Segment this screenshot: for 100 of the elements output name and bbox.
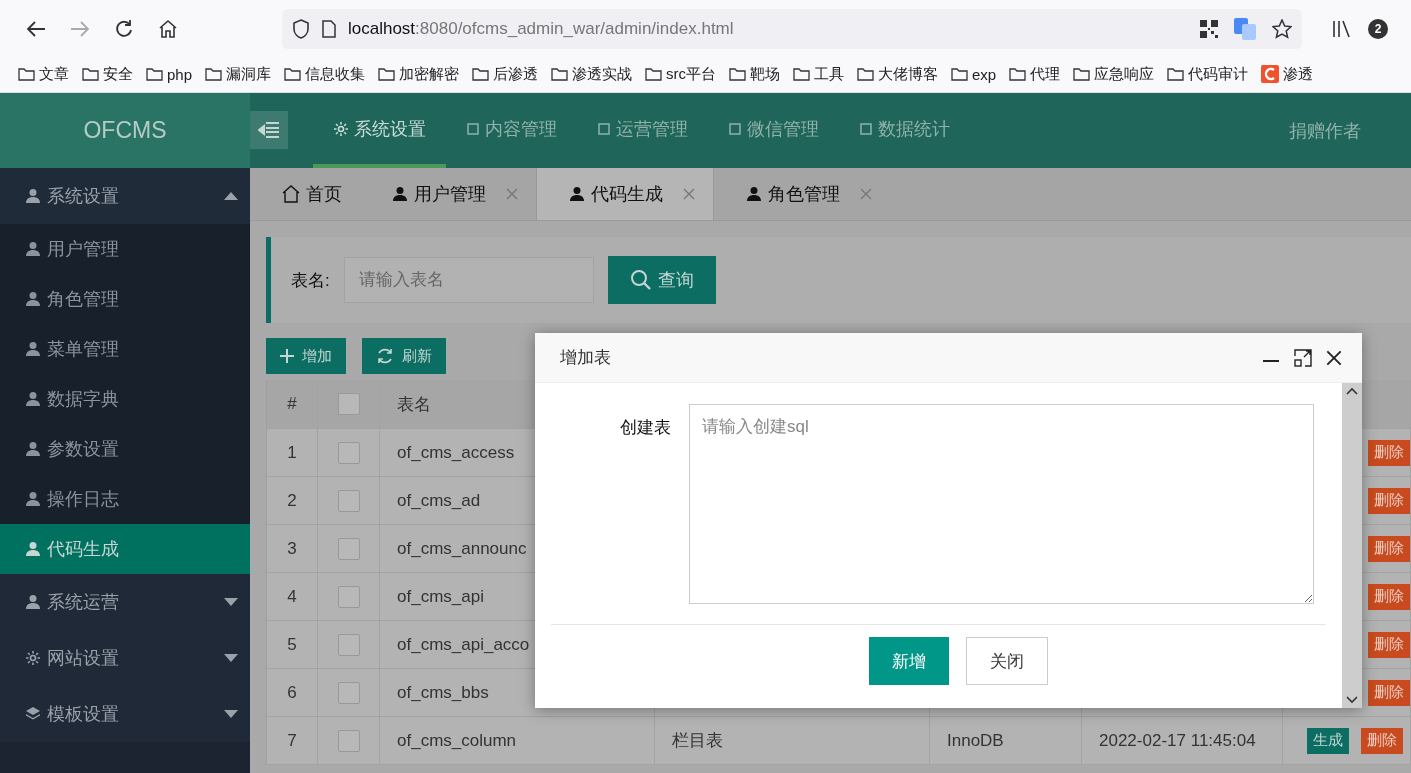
table-name-field[interactable]: 请输入表名 bbox=[343, 257, 594, 303]
row-checkbox[interactable] bbox=[337, 489, 360, 512]
star-icon[interactable] bbox=[1272, 19, 1292, 39]
bookmark-label[interactable]: 加密解密 bbox=[399, 64, 460, 84]
search-icon bbox=[629, 269, 652, 291]
person-icon bbox=[25, 291, 41, 307]
row-checkbox[interactable] bbox=[337, 441, 360, 464]
forward-icon[interactable] bbox=[70, 20, 90, 38]
bookmark-label[interactable]: 漏洞库 bbox=[226, 64, 272, 84]
folder-icon bbox=[82, 67, 99, 81]
maximize-icon[interactable] bbox=[1294, 348, 1312, 367]
folder-icon bbox=[551, 67, 569, 81]
url-text[interactable]: localhost:8080/ofcms_admin_war/admin/index.html bbox=[348, 19, 1188, 39]
person-icon bbox=[25, 188, 41, 204]
library-icon[interactable] bbox=[1332, 20, 1352, 38]
row-checkbox[interactable] bbox=[337, 585, 360, 608]
menu-icon[interactable] bbox=[258, 121, 280, 139]
delete-button[interactable]: 删除 bbox=[1368, 487, 1410, 514]
page-icon bbox=[322, 20, 336, 38]
sidebar-item[interactable]: 代码生成 bbox=[0, 524, 250, 574]
account-badge[interactable]: 2 bbox=[1368, 19, 1388, 39]
table-cell: of_cms_api bbox=[397, 586, 484, 607]
bookmark-label[interactable]: 代理 bbox=[1030, 64, 1061, 84]
table-cell-text: 栏目表 bbox=[672, 730, 723, 752]
donate-link[interactable]: 捐赠作者 bbox=[1289, 118, 1361, 143]
select-all-checkbox[interactable] bbox=[337, 393, 360, 415]
sql-input-field[interactable]: 请输入创建sql bbox=[689, 404, 1314, 604]
delete-button[interactable]: 删除 bbox=[1368, 679, 1410, 706]
translate-icon[interactable] bbox=[1234, 18, 1256, 40]
table-cell: 2022-02-17 11:45:04 bbox=[1099, 730, 1256, 751]
tab[interactable]: 角色管理 bbox=[714, 168, 890, 220]
folder-icon bbox=[951, 67, 969, 81]
sidebar-item[interactable]: 角色管理 bbox=[0, 274, 250, 324]
bookmark-label[interactable]: 应急响应 bbox=[1094, 64, 1155, 84]
home-icon[interactable] bbox=[158, 19, 178, 39]
sidebar-item[interactable]: 用户管理 bbox=[0, 224, 250, 274]
row-checkbox[interactable] bbox=[337, 729, 360, 752]
bookmark-label[interactable]: src平台 bbox=[666, 64, 717, 84]
sidebar-item[interactable]: 操作日志 bbox=[0, 474, 250, 524]
folder-icon bbox=[645, 67, 663, 81]
bookmark-label[interactable]: 大佬博客 bbox=[878, 64, 939, 84]
sidebar-group[interactable]: 模板设置 bbox=[0, 686, 250, 742]
sidebar-group[interactable]: 系统运营 bbox=[0, 574, 250, 630]
refresh-button[interactable]: 刷新 bbox=[362, 338, 446, 374]
bookmark-label[interactable]: 安全 bbox=[103, 64, 133, 84]
shield-icon[interactable] bbox=[292, 19, 310, 39]
top-nav-item[interactable]: 运营管理 bbox=[577, 93, 708, 168]
top-nav-item[interactable]: 数据统计 bbox=[839, 93, 970, 168]
bookmark-label[interactable]: 渗透 bbox=[1283, 64, 1314, 84]
sidebar-item[interactable]: 数据字典 bbox=[0, 374, 250, 424]
row-checkbox[interactable] bbox=[337, 681, 360, 704]
bookmark-label[interactable]: 渗透实战 bbox=[572, 64, 633, 84]
top-nav-item[interactable]: 内容管理 bbox=[446, 93, 577, 168]
qr-code-icon[interactable] bbox=[1200, 20, 1218, 38]
close-icon[interactable] bbox=[1326, 349, 1342, 366]
tab[interactable]: 用户管理 bbox=[360, 168, 536, 220]
bookmark-label[interactable]: 代码审计 bbox=[1188, 64, 1249, 84]
sidebar-item[interactable]: 菜单管理 bbox=[0, 324, 250, 374]
tab[interactable]: 首页 bbox=[250, 168, 360, 220]
delete-button[interactable]: 删除 bbox=[1368, 631, 1410, 658]
plus-icon bbox=[280, 349, 294, 363]
person-icon bbox=[25, 241, 41, 257]
gear-icon bbox=[25, 650, 41, 666]
person-icon bbox=[25, 441, 41, 457]
delete-button[interactable]: 删除 bbox=[1368, 439, 1410, 466]
row-checkbox[interactable] bbox=[337, 537, 360, 560]
folder-icon bbox=[729, 67, 747, 81]
search-button[interactable]: 查询 bbox=[607, 256, 716, 304]
home-icon bbox=[282, 185, 300, 203]
bookmark-label[interactable]: php bbox=[167, 65, 193, 83]
bookmark-label[interactable]: 后渗透 bbox=[493, 64, 539, 84]
submit-button[interactable]: 新增 bbox=[869, 637, 949, 685]
bookmark-label[interactable]: 文章 bbox=[39, 64, 69, 84]
scrollbar[interactable] bbox=[1342, 383, 1362, 708]
top-nav-item[interactable]: 微信管理 bbox=[708, 93, 839, 168]
bookmark-label[interactable]: 靶场 bbox=[750, 64, 781, 84]
folder-icon bbox=[472, 67, 490, 81]
sidebar-toggle-button[interactable] bbox=[250, 111, 288, 149]
tab[interactable]: 代码生成 bbox=[536, 168, 714, 220]
sidebar-item[interactable]: 参数设置 bbox=[0, 424, 250, 474]
table-cell: of_cms_ad bbox=[397, 490, 481, 511]
bookmark-label[interactable]: exp bbox=[972, 65, 997, 83]
add-button[interactable]: 增加 bbox=[266, 338, 346, 374]
close-button[interactable]: 关闭 bbox=[966, 637, 1048, 685]
delete-button[interactable]: 删除 bbox=[1368, 583, 1410, 610]
column-header: # bbox=[267, 380, 318, 429]
address-bar[interactable]: localhost:8080/ofcms_admin_war/admin/index.html bbox=[282, 9, 1302, 49]
bookmark-label[interactable]: 工具 bbox=[814, 64, 845, 84]
back-icon[interactable] bbox=[26, 20, 46, 38]
delete-button[interactable]: 删除 bbox=[1361, 727, 1403, 754]
delete-button[interactable]: 删除 bbox=[1368, 535, 1410, 562]
reload-icon[interactable] bbox=[114, 19, 134, 39]
person-icon bbox=[392, 186, 408, 202]
sidebar-group[interactable]: 系统设置 bbox=[0, 168, 250, 224]
bookmark-label[interactable]: 信息收集 bbox=[305, 64, 366, 84]
refresh-icon bbox=[376, 347, 394, 365]
generate-button[interactable]: 生成 bbox=[1307, 727, 1349, 754]
person-icon bbox=[25, 594, 41, 610]
row-checkbox[interactable] bbox=[337, 633, 360, 656]
sidebar-group[interactable]: 网站设置 bbox=[0, 630, 250, 686]
